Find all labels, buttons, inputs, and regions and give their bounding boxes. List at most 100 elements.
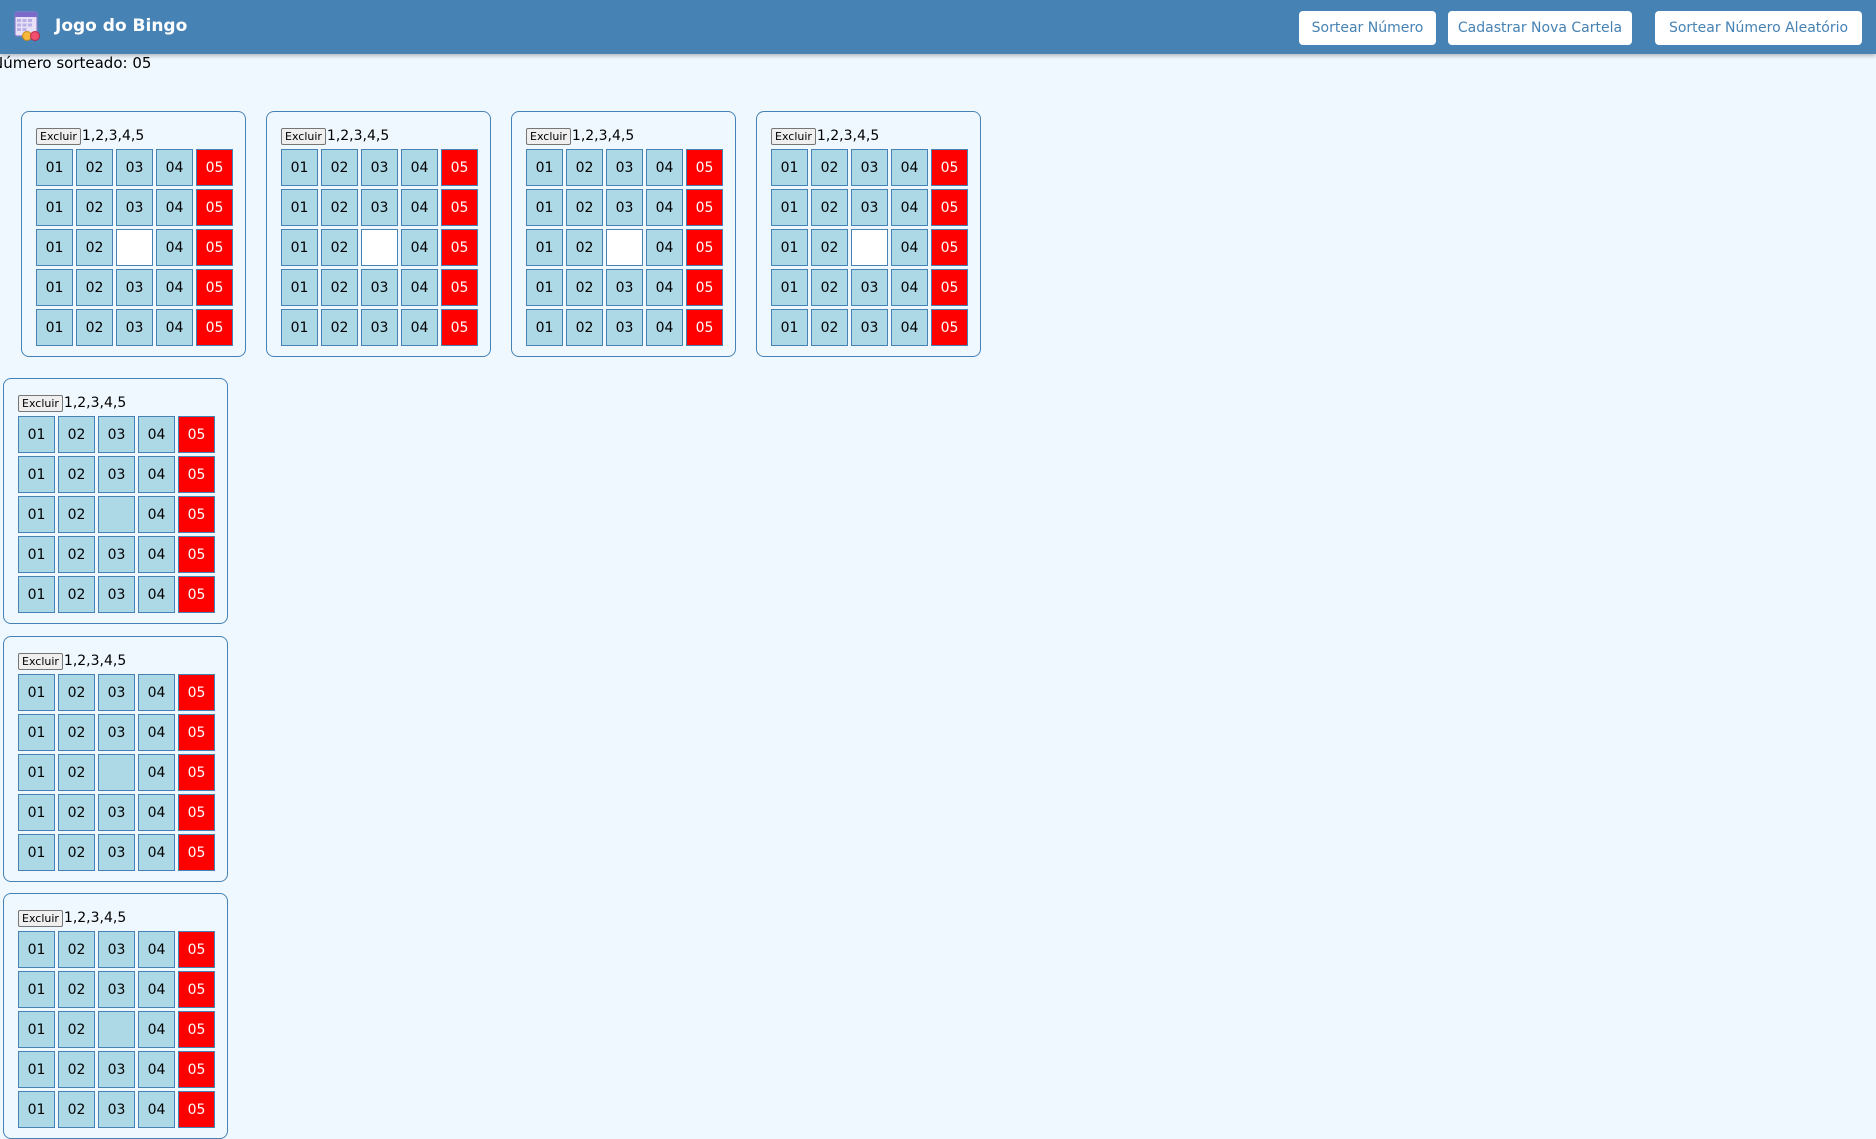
marked-cell[interactable]: 05 xyxy=(196,149,233,186)
number-cell[interactable]: 04 xyxy=(138,1051,175,1088)
number-cell[interactable]: 02 xyxy=(58,971,95,1008)
number-cell[interactable]: 02 xyxy=(58,576,95,613)
number-cell[interactable]: 04 xyxy=(138,674,175,711)
number-cell[interactable]: 02 xyxy=(321,189,358,226)
number-cell[interactable]: 03 xyxy=(98,971,135,1008)
marked-cell[interactable]: 05 xyxy=(178,1051,215,1088)
number-cell[interactable]: 01 xyxy=(18,794,55,831)
number-cell[interactable]: 03 xyxy=(851,189,888,226)
marked-cell[interactable]: 05 xyxy=(178,794,215,831)
number-cell[interactable]: 03 xyxy=(851,149,888,186)
number-cell[interactable]: 04 xyxy=(646,229,683,266)
number-cell[interactable]: 04 xyxy=(891,309,928,346)
delete-card-button[interactable]: Excluir xyxy=(526,127,571,145)
number-cell[interactable]: 01 xyxy=(771,309,808,346)
number-cell[interactable]: 01 xyxy=(771,149,808,186)
number-cell[interactable]: 02 xyxy=(321,269,358,306)
number-cell[interactable]: 01 xyxy=(18,1051,55,1088)
marked-cell[interactable]: 05 xyxy=(178,456,215,493)
delete-card-button[interactable]: Excluir xyxy=(18,394,63,412)
number-cell[interactable]: 02 xyxy=(811,269,848,306)
marked-cell[interactable]: 05 xyxy=(178,496,215,533)
number-cell[interactable]: 01 xyxy=(18,416,55,453)
number-cell[interactable]: 01 xyxy=(36,309,73,346)
marked-cell[interactable]: 05 xyxy=(178,536,215,573)
marked-cell[interactable]: 05 xyxy=(686,269,723,306)
marked-cell[interactable]: 05 xyxy=(931,309,968,346)
number-cell[interactable]: 01 xyxy=(18,1011,55,1048)
marked-cell[interactable]: 05 xyxy=(931,189,968,226)
number-cell[interactable]: 01 xyxy=(18,1091,55,1128)
number-cell[interactable]: 01 xyxy=(36,189,73,226)
number-cell[interactable]: 03 xyxy=(98,1051,135,1088)
number-cell[interactable]: 04 xyxy=(156,229,193,266)
number-cell[interactable]: 04 xyxy=(401,269,438,306)
marked-cell[interactable]: 05 xyxy=(178,1091,215,1128)
marked-cell[interactable]: 05 xyxy=(196,269,233,306)
number-cell[interactable]: 03 xyxy=(361,269,398,306)
number-cell[interactable]: 03 xyxy=(98,674,135,711)
number-cell[interactable]: 01 xyxy=(281,269,318,306)
number-cell[interactable]: 04 xyxy=(891,229,928,266)
number-cell[interactable]: 03 xyxy=(606,189,643,226)
number-cell[interactable]: 02 xyxy=(58,456,95,493)
number-cell[interactable]: 01 xyxy=(281,189,318,226)
marked-cell[interactable]: 05 xyxy=(178,754,215,791)
number-cell[interactable]: 04 xyxy=(138,971,175,1008)
number-cell[interactable]: 03 xyxy=(98,834,135,871)
number-cell[interactable]: 01 xyxy=(18,496,55,533)
marked-cell[interactable]: 05 xyxy=(931,269,968,306)
number-cell[interactable]: 04 xyxy=(138,714,175,751)
number-cell[interactable]: 02 xyxy=(58,714,95,751)
number-cell[interactable]: 01 xyxy=(18,536,55,573)
number-cell[interactable]: 04 xyxy=(891,269,928,306)
number-cell[interactable]: 03 xyxy=(98,714,135,751)
number-cell[interactable]: 04 xyxy=(138,496,175,533)
number-cell[interactable]: 01 xyxy=(18,714,55,751)
marked-cell[interactable]: 05 xyxy=(178,834,215,871)
marked-cell[interactable]: 05 xyxy=(441,229,478,266)
number-cell[interactable]: 01 xyxy=(281,149,318,186)
free-cell[interactable] xyxy=(361,229,398,266)
register-card-button[interactable]: Cadastrar Nova Cartela xyxy=(1448,11,1632,45)
free-cell[interactable] xyxy=(98,754,135,791)
free-cell[interactable] xyxy=(606,229,643,266)
number-cell[interactable]: 03 xyxy=(98,1091,135,1128)
number-cell[interactable]: 02 xyxy=(58,794,95,831)
number-cell[interactable]: 04 xyxy=(138,1011,175,1048)
number-cell[interactable]: 04 xyxy=(401,229,438,266)
number-cell[interactable]: 02 xyxy=(58,1011,95,1048)
delete-card-button[interactable]: Excluir xyxy=(18,652,63,670)
marked-cell[interactable]: 05 xyxy=(441,269,478,306)
number-cell[interactable]: 04 xyxy=(646,309,683,346)
number-cell[interactable]: 04 xyxy=(401,189,438,226)
marked-cell[interactable]: 05 xyxy=(178,674,215,711)
number-cell[interactable]: 01 xyxy=(526,229,563,266)
number-cell[interactable]: 04 xyxy=(156,149,193,186)
number-cell[interactable]: 01 xyxy=(526,269,563,306)
number-cell[interactable]: 03 xyxy=(98,536,135,573)
number-cell[interactable]: 01 xyxy=(771,189,808,226)
number-cell[interactable]: 01 xyxy=(526,309,563,346)
number-cell[interactable]: 03 xyxy=(116,269,153,306)
number-cell[interactable]: 02 xyxy=(566,189,603,226)
marked-cell[interactable]: 05 xyxy=(686,189,723,226)
number-cell[interactable]: 02 xyxy=(58,674,95,711)
number-cell[interactable]: 02 xyxy=(58,416,95,453)
number-cell[interactable]: 04 xyxy=(138,754,175,791)
number-cell[interactable]: 04 xyxy=(138,456,175,493)
number-cell[interactable]: 02 xyxy=(76,269,113,306)
marked-cell[interactable]: 05 xyxy=(686,149,723,186)
number-cell[interactable]: 04 xyxy=(138,576,175,613)
number-cell[interactable]: 01 xyxy=(526,189,563,226)
number-cell[interactable]: 04 xyxy=(156,189,193,226)
free-cell[interactable] xyxy=(116,229,153,266)
marked-cell[interactable]: 05 xyxy=(931,229,968,266)
number-cell[interactable]: 01 xyxy=(18,456,55,493)
number-cell[interactable]: 02 xyxy=(566,149,603,186)
number-cell[interactable]: 03 xyxy=(606,309,643,346)
number-cell[interactable]: 02 xyxy=(811,309,848,346)
number-cell[interactable]: 04 xyxy=(138,834,175,871)
number-cell[interactable]: 01 xyxy=(526,149,563,186)
number-cell[interactable]: 02 xyxy=(811,189,848,226)
